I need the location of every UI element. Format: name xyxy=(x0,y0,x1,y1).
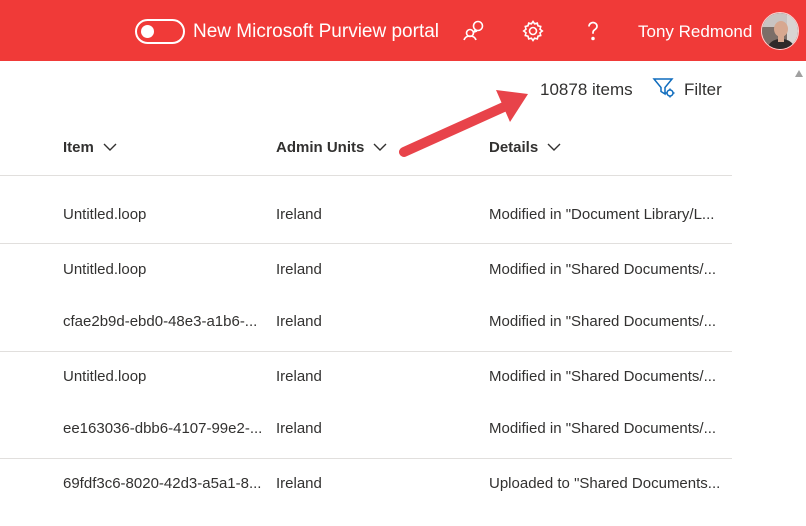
column-header-details[interactable]: Details xyxy=(489,136,562,158)
cell-item: cfae2b9d-ebd0-48e3-a1b6-... xyxy=(63,313,258,330)
column-header-admin-units[interactable]: Admin Units xyxy=(276,136,388,158)
avatar[interactable] xyxy=(761,12,799,50)
cell-admin-unit: Ireland xyxy=(276,420,322,437)
cell-details: Modified in "Document Library/L... xyxy=(489,206,715,223)
user-name[interactable]: Tony Redmond xyxy=(638,21,752,43)
cell-item: Untitled.loop xyxy=(63,261,147,278)
cell-admin-unit: Ireland xyxy=(276,206,322,223)
table-row[interactable]: 69fdf3c6-8020-42d3-a5a1-8... Ireland Upl… xyxy=(0,465,732,505)
cell-item: 69fdf3c6-8020-42d3-a5a1-8... xyxy=(63,475,262,492)
toggle-knob xyxy=(141,25,154,38)
column-header-label: Details xyxy=(489,138,539,156)
column-header-label: Item xyxy=(63,138,94,156)
table-row[interactable]: Untitled.loop Ireland Modified in "Share… xyxy=(0,358,732,398)
item-count: 10878 items xyxy=(540,80,633,99)
column-header-item[interactable]: Item xyxy=(63,136,118,158)
cell-item: ee163036-dbb6-4107-99e2-... xyxy=(63,420,263,437)
filter-label: Filter xyxy=(684,80,722,99)
cell-details: Modified in "Shared Documents/... xyxy=(489,420,717,437)
cell-item: Untitled.loop xyxy=(63,206,147,223)
vertical-scrollbar[interactable] xyxy=(792,61,806,526)
table-row[interactable]: ee163036-dbb6-4107-99e2-... Ireland Modi… xyxy=(0,410,732,450)
scroll-up-arrow-icon[interactable] xyxy=(795,70,803,77)
annotation-arrow xyxy=(399,90,528,157)
cell-admin-unit: Ireland xyxy=(276,368,322,385)
cell-admin-unit: Ireland xyxy=(276,313,322,330)
chevron-down-icon xyxy=(372,139,388,156)
table-row[interactable]: cfae2b9d-ebd0-48e3-a1b6-... Ireland Modi… xyxy=(0,303,732,343)
cell-details: Modified in "Shared Documents/... xyxy=(489,261,717,278)
cell-admin-unit: Ireland xyxy=(276,475,322,492)
row-divider xyxy=(0,243,732,244)
row-divider xyxy=(0,351,732,352)
cell-details: Uploaded to "Shared Documents... xyxy=(489,475,721,492)
cell-details: Modified in "Shared Documents/... xyxy=(489,313,717,330)
gear-icon[interactable] xyxy=(520,18,546,44)
table-row[interactable]: Untitled.loop Ireland Modified in "Docum… xyxy=(0,196,732,236)
chevron-down-icon xyxy=(102,139,118,156)
help-icon[interactable] xyxy=(580,18,606,44)
column-header-label: Admin Units xyxy=(276,138,365,156)
chevron-down-icon xyxy=(546,139,562,156)
filter-button[interactable]: Filter xyxy=(652,77,722,103)
new-portal-toggle[interactable] xyxy=(135,19,185,44)
community-icon[interactable] xyxy=(460,18,486,44)
new-portal-toggle-label[interactable]: New Microsoft Purview portal xyxy=(193,20,439,44)
header-divider xyxy=(0,175,732,176)
cell-item: Untitled.loop xyxy=(63,368,147,385)
filter-icon xyxy=(652,77,676,104)
row-divider xyxy=(0,458,732,459)
cell-details: Modified in "Shared Documents/... xyxy=(489,368,717,385)
cell-admin-unit: Ireland xyxy=(276,261,322,278)
top-header-bar: New Microsoft Purview portal Tony Redmon… xyxy=(0,0,806,61)
table-row[interactable]: Untitled.loop Ireland Modified in "Share… xyxy=(0,251,732,291)
